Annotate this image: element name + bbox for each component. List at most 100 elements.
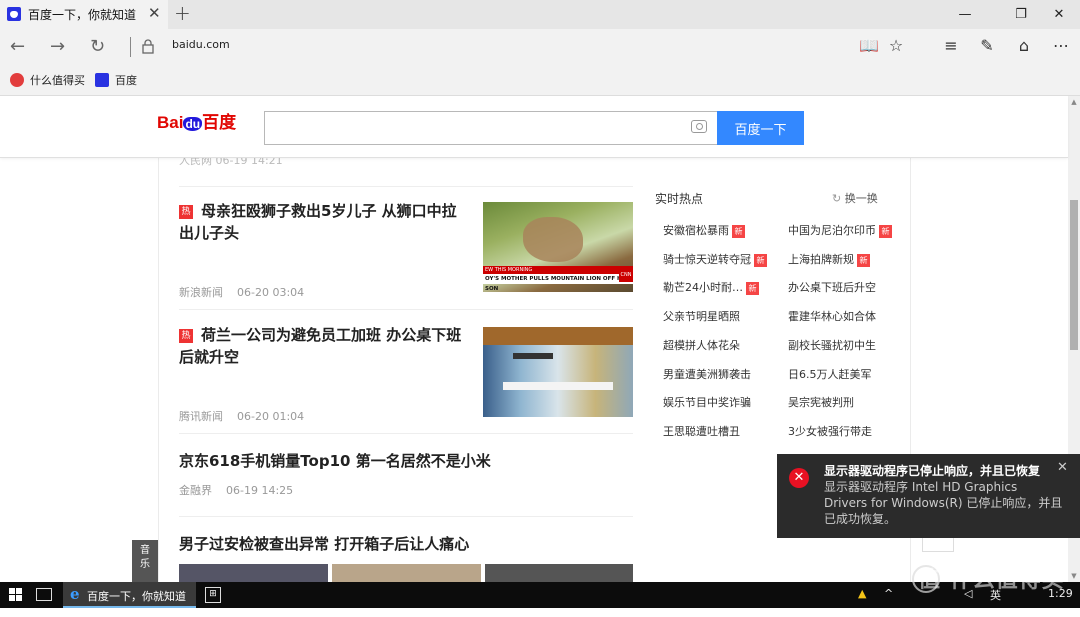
hotlist-item[interactable]: 娱乐节目中奖诈骗 [663,394,751,410]
hotlist-item[interactable]: 中国为尼泊尔印币新 [788,222,892,238]
store-icon[interactable]: ⊞ [205,587,221,603]
hotlist-item-label: 日6.5万人赶美军 [788,367,872,381]
news-thumbnail[interactable]: EW THIS MORNING OY'S MOTHER PULLS MOUNTA… [483,202,633,292]
news-title[interactable]: 京东618手机销量Top10 第一名居然不是小米 [179,450,633,472]
forward-arrow-icon[interactable]: → [50,29,65,64]
hotlist-item[interactable]: 办公桌下班后升空 [788,279,876,295]
refresh-icon[interactable]: ↻ [90,29,105,64]
side-tab-label: 音乐 [140,545,150,570]
refresh-button[interactable]: ↻ 换一换 [832,190,878,206]
hotlist-item[interactable]: 超模拼人体花朵 [663,337,740,353]
news-thumbnail[interactable] [485,564,633,582]
news-title[interactable]: 男子过安检被查出异常 打开箱子后让人痛心 [179,533,633,555]
close-window-button[interactable]: ✕ [1036,0,1080,29]
warning-icon[interactable]: ▲ [858,587,866,600]
new-tab-button[interactable]: + [174,1,191,25]
tab-close-icon[interactable]: ✕ [148,4,161,22]
search-header: Bai du 百度 百度一下 [0,96,1068,158]
camera-icon[interactable] [691,120,707,133]
news-thumbnail[interactable] [332,564,481,582]
new-badge: 新 [879,225,892,238]
favorite-star-icon[interactable]: ☆ [885,35,907,57]
new-badge: 新 [857,253,870,267]
favorite-label: 什么值得买 [30,74,85,87]
news-thumbnail[interactable] [483,327,633,417]
minimize-button[interactable]: — [942,0,988,29]
hub-icon[interactable]: ≡ [940,35,962,57]
url-field[interactable]: baidu.com [172,38,230,51]
task-view-icon[interactable] [36,588,52,601]
news-thumbnail[interactable] [179,564,328,582]
new-badge: 新 [732,225,745,238]
news-item[interactable]: 热母亲狂殴狮子救出5岁儿子 从狮口中拉出儿子头 [179,200,469,244]
hotlist-item-label: 超模拼人体花朵 [663,338,740,352]
hotlist-item-label: 王思聪遭吐槽丑 [663,424,740,438]
hotlist-item-label: 勒芒24小时耐… [663,281,743,295]
hotlist-item[interactable]: 勒芒24小时耐… 新 [663,279,759,296]
hotlist-item-label: 霍建华林心如合体 [788,310,876,324]
thumb-banner: EW THIS MORNING [483,266,633,274]
hotlist-item-label: 娱乐节目中奖诈骗 [663,396,751,410]
hotlist-item[interactable]: 3少女被强行带走 [788,423,872,439]
hotlist-item[interactable]: 吴宗宪被判刑 [788,394,854,410]
news-meta: 新浪新闻 06-20 03:04 [179,286,305,299]
music-side-tab[interactable]: 音乐 [132,540,158,582]
favorite-baidu[interactable]: 百度 [95,72,137,88]
lion-image [523,217,583,262]
smzdm-icon [10,73,24,87]
hotlist-item-label: 吴宗宪被判刑 [788,396,854,410]
search-input[interactable] [264,111,717,145]
hotlist-item-label: 男童遭美洲狮袭击 [663,367,751,381]
hotlist-item[interactable]: 霍建华林心如合体 [788,308,876,324]
baidu-favicon-icon [7,7,21,21]
news-item[interactable]: 热荷兰一公司为避免员工加班 办公桌下班后就升空 [179,324,469,368]
address-bar: ← → ↻ baidu.com 📖 ☆ ≡ ✎ ⌂ ⋯ [0,29,1080,64]
hotlist-item-label: 安徽宿松暴雨 [663,224,729,237]
taskbar-app-label: 百度一下，你就知道 -... [87,590,186,617]
share-icon[interactable]: ⌂ [1013,35,1035,57]
baidu-paw-icon [95,73,109,87]
divider [130,37,131,57]
office-desk [503,382,613,390]
lock-icon[interactable] [142,39,154,54]
news-title[interactable]: 热母亲狂殴狮子救出5岁儿子 从狮口中拉出儿子头 [179,200,469,244]
hotlist-item[interactable]: 副校长骚扰初中生 [788,337,876,353]
hot-badge: 热 [179,329,193,343]
hotlist-item[interactable]: 安徽宿松暴雨新 [663,222,745,238]
hotlist-item[interactable]: 父亲节明星晒照 [663,308,740,324]
news-item[interactable]: 男子过安检被查出异常 打开箱子后让人痛心 [179,533,633,555]
favorite-smzdm[interactable]: 什么值得买 [10,72,85,88]
hot-badge: 热 [179,205,193,219]
divider [179,433,633,434]
hotlist-item[interactable]: 王思聪遭吐槽丑 [663,423,740,439]
notification-close-icon[interactable]: ✕ [1057,460,1068,475]
taskbar-edge-app[interactable]: e 百度一下，你就知道 -... [63,582,196,617]
scroll-down-arrow-icon[interactable]: ▼ [1068,570,1080,582]
error-notification[interactable]: ✕ 显示器驱动程序已停止响应，并且已恢复 显示器驱动程序 Intel HD Gr… [777,454,1080,538]
news-meta: 腾讯新闻 06-20 01:04 [179,410,305,423]
news-item[interactable]: 京东618手机销量Top10 第一名居然不是小米 [179,450,633,472]
scrollbar-thumb[interactable] [1070,200,1078,350]
logo-paw-text: du [183,117,203,131]
news-title[interactable]: 热荷兰一公司为避免员工加班 办公桌下班后就升空 [179,324,469,368]
tab-title: 百度一下，你就知道 [28,8,137,22]
windows-start-icon[interactable] [9,588,23,602]
baidu-logo[interactable]: Bai du 百度 [157,108,236,132]
hotlist-item-label: 3少女被强行带走 [788,424,872,438]
browser-tab[interactable]: 百度一下，你就知道 ✕ [0,0,168,29]
more-icon[interactable]: ⋯ [1050,35,1072,57]
notification-body: 显示器驱动程序 Intel HD Graphics Drivers for Wi… [824,480,1063,526]
reading-view-icon[interactable]: 📖 [858,35,880,57]
favorites-bar: 什么值得买 百度 [0,64,1080,96]
hotlist-item[interactable]: 男童遭美洲狮袭击 [663,366,751,382]
scroll-up-arrow-icon[interactable]: ▲ [1068,96,1080,108]
web-note-icon[interactable]: ✎ [976,35,998,57]
search-button[interactable]: 百度一下 [717,111,804,145]
logo-text: Bai [157,113,184,132]
back-arrow-icon[interactable]: ← [10,29,25,64]
tray-expand-icon[interactable]: ^ [884,587,893,600]
office-sign [513,353,553,359]
hotlist-item[interactable]: 骑士惊天逆转夺冠新 [663,251,767,267]
hotlist-item[interactable]: 日6.5万人赶美军 [788,366,872,382]
hotlist-item[interactable]: 上海拍牌新规新 [788,251,870,267]
